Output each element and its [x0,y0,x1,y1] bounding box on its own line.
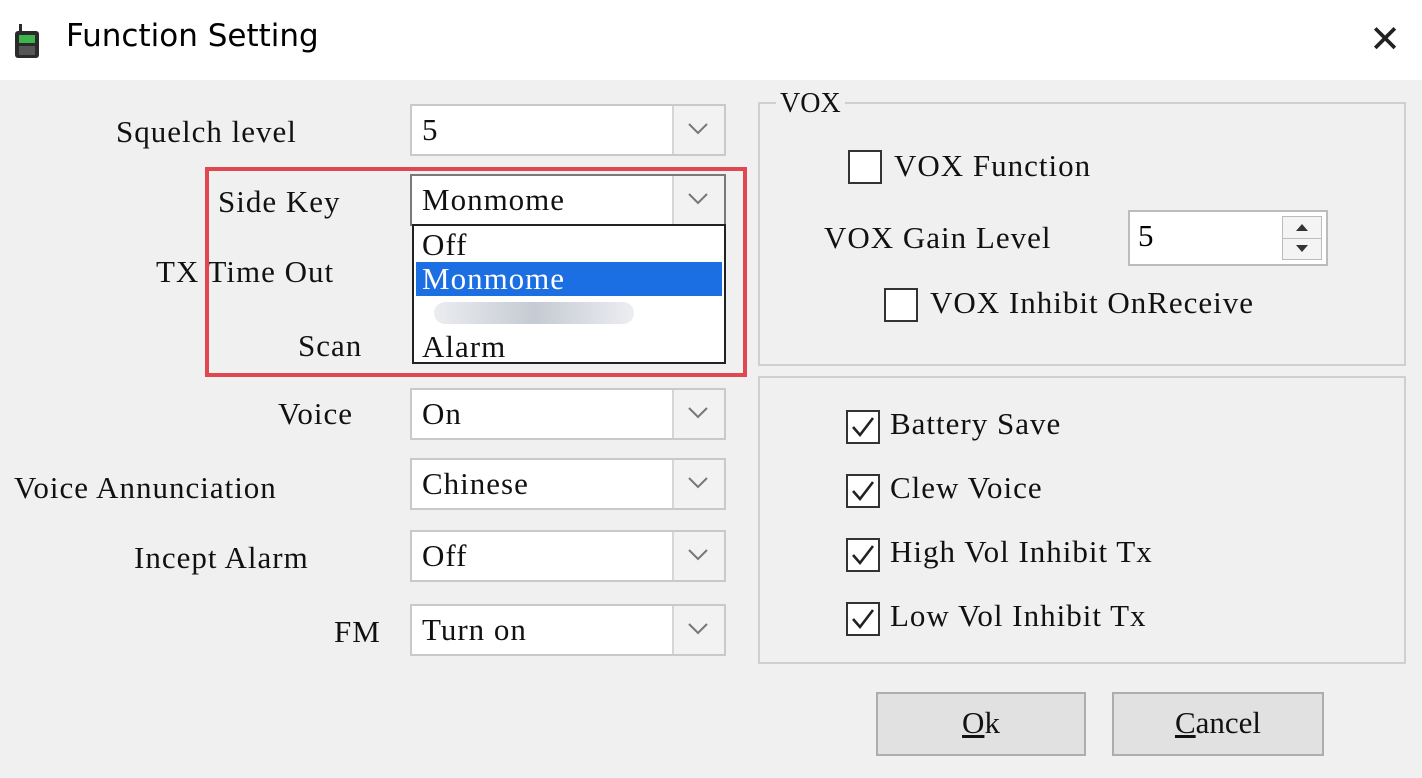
incept-alarm-label: Incept Alarm [134,540,309,575]
low-vol-inhibit-tx-checkbox[interactable] [846,602,880,636]
title-bar: Function Setting ✕ [0,0,1422,80]
incept-alarm-combo[interactable]: Off [410,530,726,582]
radio-app-icon [15,24,39,58]
high-vol-inhibit-tx-checkbox[interactable] [846,538,880,572]
close-button[interactable]: ✕ [1364,18,1406,60]
vox-gain-level-label: VOX Gain Level [824,220,1052,255]
vox-inhibit-label: VOX Inhibit OnReceive [930,285,1255,320]
fm-value: Turn on [422,612,527,647]
chevron-down-icon[interactable] [672,606,724,654]
vox-inhibit-checkbox[interactable] [884,288,918,322]
vox-gain-level-spinner[interactable]: 5 [1128,210,1328,266]
voice-annunciation-combo[interactable]: Chinese [410,458,726,510]
ok-button[interactable]: Ok [876,692,1086,756]
vox-gain-level-value: 5 [1138,218,1154,253]
checkmark-icon [852,417,875,438]
vox-group-caption: VOX [776,88,845,120]
window-title: Function Setting [66,18,319,54]
chevron-down-icon[interactable] [672,390,724,438]
cancel-mnemonic: C [1174,705,1196,740]
fm-label: FM [334,614,381,649]
voice-label: Voice [278,396,354,431]
vox-function-checkbox[interactable] [848,150,882,184]
spinner-arrows-icon[interactable] [1282,216,1322,260]
clew-voice-checkbox[interactable] [846,474,880,508]
high-vol-inhibit-tx-label: High Vol Inhibit Tx [890,534,1153,569]
incept-alarm-value: Off [422,538,468,573]
chevron-down-icon[interactable] [672,106,724,154]
battery-save-checkbox[interactable] [846,410,880,444]
cancel-button[interactable]: Cancel [1112,692,1324,756]
chevron-down-icon[interactable] [672,460,724,508]
clew-voice-label: Clew Voice [890,470,1043,505]
voice-annunciation-value: Chinese [422,466,529,501]
checkmark-icon [852,481,875,502]
voice-value: On [422,396,462,431]
low-vol-inhibit-tx-label: Low Vol Inhibit Tx [890,598,1147,633]
squelch-level-label: Squelch level [116,114,297,149]
battery-save-label: Battery Save [890,406,1062,441]
voice-combo[interactable]: On [410,388,726,440]
vox-function-label: VOX Function [894,148,1092,183]
fm-combo[interactable]: Turn on [410,604,726,656]
squelch-level-value: 5 [422,112,439,147]
ok-label-rest: k [984,705,1000,740]
highlight-annotation-box [205,167,747,377]
checkmark-icon [852,545,875,566]
chevron-down-icon[interactable] [672,532,724,580]
checkmark-icon [852,609,875,630]
cancel-label-rest: ancel [1195,705,1262,740]
ok-mnemonic: O [962,705,985,740]
squelch-level-combo[interactable]: 5 [410,104,726,156]
voice-annunciation-label: Voice Annunciation [14,470,277,505]
